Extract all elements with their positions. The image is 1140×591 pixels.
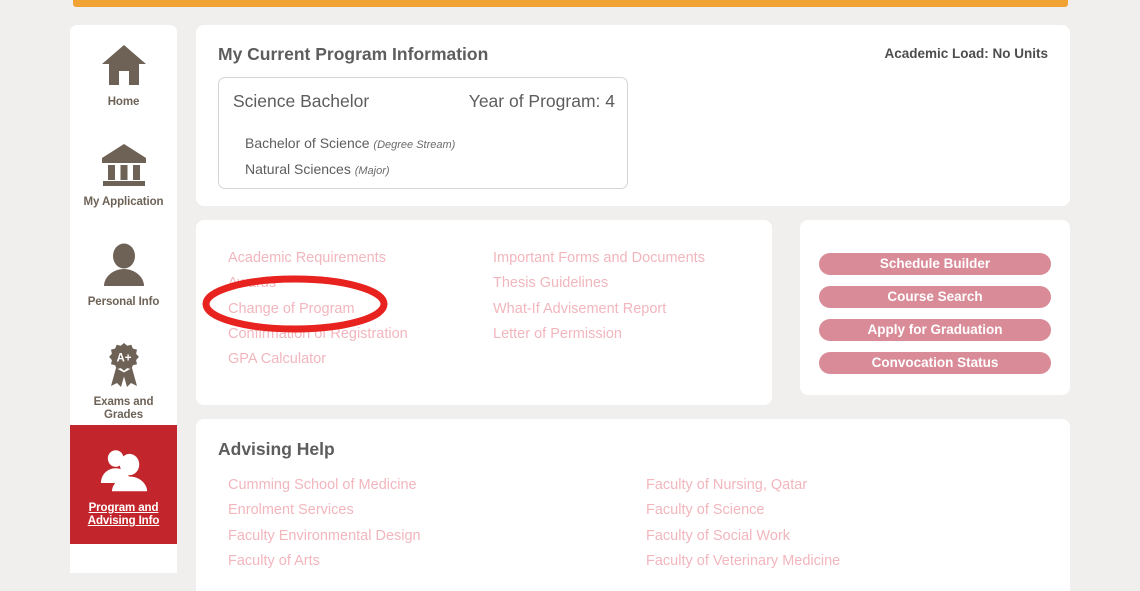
svg-text:A+: A+ (116, 353, 131, 365)
year-of-program: Year of Program: 4 (468, 91, 615, 111)
link-confirmation-of-registration[interactable]: Confirmation of Registration (228, 322, 408, 347)
link-gpa-calculator[interactable]: GPA Calculator (228, 347, 408, 372)
sidebar-item-exams-and-grades[interactable]: A+ Exams and Grades (70, 325, 177, 425)
link-faculty-environmental-design[interactable]: Faculty Environmental Design (228, 524, 421, 549)
academic-load-status: Academic Load: No Units (884, 46, 1048, 61)
link-enrolment-services[interactable]: Enrolment Services (228, 498, 421, 523)
links-column-left: Academic Requirements Awards Change of P… (228, 246, 408, 372)
sidebar-item-home[interactable]: Home (70, 25, 177, 125)
major-row: Natural Sciences (Major) (245, 161, 390, 177)
convocation-status-button[interactable]: Convocation Status (819, 352, 1051, 374)
link-faculty-of-nursing-qatar[interactable]: Faculty of Nursing, Qatar (646, 473, 840, 498)
sidebar-item-my-application[interactable]: My Application (70, 125, 177, 225)
link-awards[interactable]: Awards (228, 271, 408, 296)
sidebar-item-label: Program and Advising Info (87, 502, 160, 527)
sidebar-item-label: Personal Info (87, 296, 160, 308)
link-what-if-advisement-report[interactable]: What-If Advisement Report (493, 297, 705, 322)
advising-column-right: Faculty of Nursing, Qatar Faculty of Sci… (646, 473, 840, 574)
bank-building-icon (100, 141, 148, 189)
sidebar-item-label: My Application (83, 196, 164, 208)
two-people-icon (100, 447, 148, 495)
program-name: Science Bachelor (233, 91, 370, 111)
link-faculty-of-veterinary-medicine[interactable]: Faculty of Veterinary Medicine (646, 549, 840, 574)
link-academic-requirements[interactable]: Academic Requirements (228, 246, 408, 271)
advising-column-left: Cumming School of Medicine Enrolment Ser… (228, 473, 421, 574)
apply-for-graduation-button[interactable]: Apply for Graduation (819, 319, 1051, 341)
degree-stream-note: (Degree Stream) (373, 139, 456, 151)
page-body: Home My Application Personal Info A+ Exa… (0, 7, 1140, 591)
home-icon (100, 41, 148, 89)
major-note: (Major) (354, 165, 390, 177)
page-title: My Current Program Information (218, 44, 489, 64)
link-faculty-of-science[interactable]: Faculty of Science (646, 498, 840, 523)
sidebar-item-personal-info[interactable]: Personal Info (70, 225, 177, 325)
link-cumming-school-of-medicine[interactable]: Cumming School of Medicine (228, 473, 421, 498)
top-orange-accent-bar (73, 0, 1068, 7)
link-important-forms-and-documents[interactable]: Important Forms and Documents (493, 246, 705, 271)
advising-help-title: Advising Help (218, 439, 335, 459)
degree-stream-value: Bachelor of Science (245, 135, 370, 151)
sidebar-item-program-and-advising-info[interactable]: Program and Advising Info (70, 425, 177, 544)
person-icon (100, 241, 148, 289)
award-ribbon-icon: A+ (100, 341, 148, 389)
quick-actions-card: Schedule Builder Course Search Apply for… (800, 220, 1070, 395)
degree-stream-row: Bachelor of Science (Degree Stream) (245, 135, 455, 151)
link-letter-of-permission[interactable]: Letter of Permission (493, 322, 705, 347)
link-change-of-program[interactable]: Change of Program (228, 297, 408, 322)
left-sidebar-nav: Home My Application Personal Info A+ Exa… (70, 25, 177, 573)
program-details-box: Science Bachelor Year of Program: 4 Bach… (218, 77, 628, 189)
link-faculty-of-social-work[interactable]: Faculty of Social Work (646, 524, 840, 549)
current-program-card: My Current Program Information Academic … (196, 25, 1070, 206)
advising-help-card: Advising Help Cumming School of Medicine… (196, 419, 1070, 591)
links-column-right: Important Forms and Documents Thesis Gui… (493, 246, 705, 347)
link-faculty-of-arts[interactable]: Faculty of Arts (228, 549, 421, 574)
major-value: Natural Sciences (245, 161, 351, 177)
action-buttons-list: Schedule Builder Course Search Apply for… (819, 253, 1051, 385)
sidebar-item-label: Home (107, 96, 140, 108)
course-search-button[interactable]: Course Search (819, 286, 1051, 308)
program-links-card: Academic Requirements Awards Change of P… (196, 220, 772, 405)
link-thesis-guidelines[interactable]: Thesis Guidelines (493, 271, 705, 296)
schedule-builder-button[interactable]: Schedule Builder (819, 253, 1051, 275)
sidebar-item-label: Exams and Grades (93, 396, 154, 421)
